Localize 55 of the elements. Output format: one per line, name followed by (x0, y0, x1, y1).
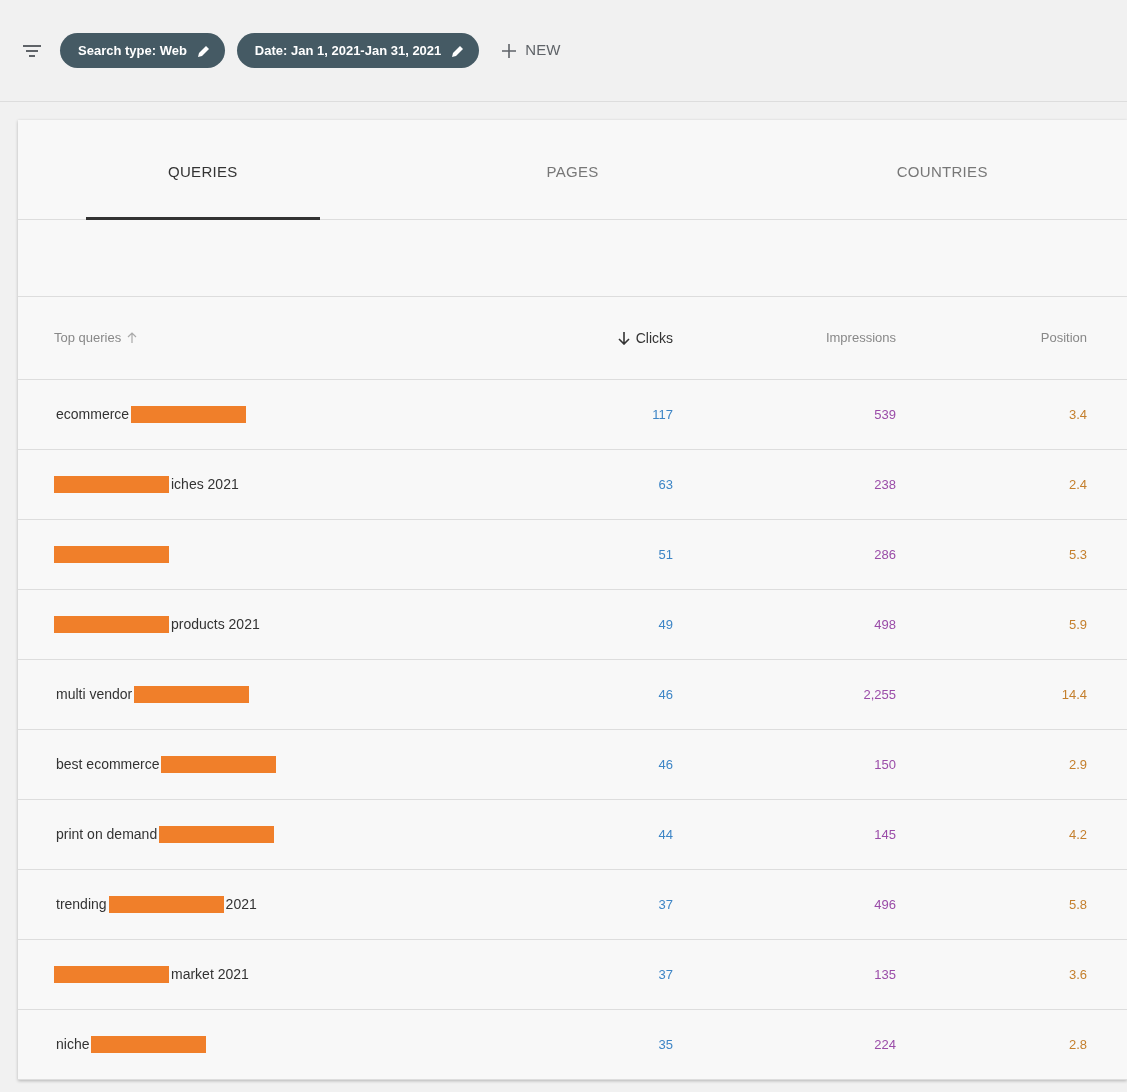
tab[interactable]: QUERIES (86, 120, 320, 220)
clicks-value: 117 (651, 405, 673, 424)
impressions-value: 539 (873, 405, 896, 424)
clicks-value: 35 (657, 1035, 673, 1054)
sort-arrow-icon[interactable] (617, 331, 630, 345)
clicks-value: 37 (657, 965, 673, 984)
filter-chip[interactable]: Search type: Web (60, 32, 225, 69)
query-text: market 2021 (170, 965, 250, 984)
clicks-value: 46 (657, 755, 673, 774)
filter-icon[interactable] (22, 43, 42, 58)
impressions-value: 496 (873, 895, 896, 914)
column-header[interactable]: Impressions (825, 328, 896, 348)
filter-chip[interactable]: Date: Jan 1, 2021-Jan 31, 2021 (236, 32, 480, 69)
tab[interactable]: COUNTRIES (825, 120, 1059, 220)
column-header[interactable]: Clicks (635, 327, 673, 349)
column-header[interactable]: Top queries (54, 328, 122, 348)
position-value: 14.4 (1060, 685, 1087, 704)
position-value: 5.8 (1067, 895, 1087, 914)
position-value: 3.6 (1067, 965, 1087, 984)
column-header[interactable]: Position (1040, 328, 1087, 348)
clicks-value: 37 (657, 895, 673, 914)
clicks-value: 49 (657, 615, 673, 634)
impressions-value: 145 (873, 825, 896, 844)
impressions-value: 135 (873, 965, 896, 984)
impressions-value: 286 (873, 545, 896, 564)
pencil-icon (451, 43, 466, 58)
position-value: 2.8 (1067, 1035, 1087, 1054)
position-value: 3.4 (1067, 405, 1087, 424)
impressions-value: 498 (873, 615, 896, 634)
clicks-value: 46 (657, 685, 673, 704)
position-value: 2.9 (1067, 755, 1087, 774)
query-text: ecommerce (55, 405, 131, 424)
plus-icon (501, 42, 518, 59)
query-text: products 2021 (170, 615, 261, 634)
new-filter-button[interactable]: NEW (491, 33, 571, 68)
clicks-value: 44 (657, 825, 673, 844)
query-text: iches 2021 (170, 475, 240, 494)
impressions-value: 2,255 (862, 685, 896, 704)
impressions-value: 224 (873, 1035, 896, 1054)
query-text: print on demand (55, 825, 159, 844)
clicks-value: 51 (657, 545, 673, 564)
query-text: trending (55, 895, 108, 914)
query-text: multi vendor (55, 685, 134, 704)
position-value: 5.3 (1067, 545, 1087, 564)
impressions-value: 238 (873, 475, 896, 494)
position-value: 4.2 (1067, 825, 1087, 844)
clicks-value: 63 (657, 475, 673, 494)
tab[interactable]: PAGES (455, 120, 690, 220)
impressions-value: 150 (873, 755, 896, 774)
query-text: best ecommerce (55, 755, 161, 774)
position-value: 5.9 (1067, 615, 1087, 634)
pencil-icon (196, 43, 211, 58)
position-value: 2.4 (1067, 475, 1087, 494)
query-text: niche (55, 1035, 91, 1054)
query-text: 2021 (224, 895, 258, 914)
